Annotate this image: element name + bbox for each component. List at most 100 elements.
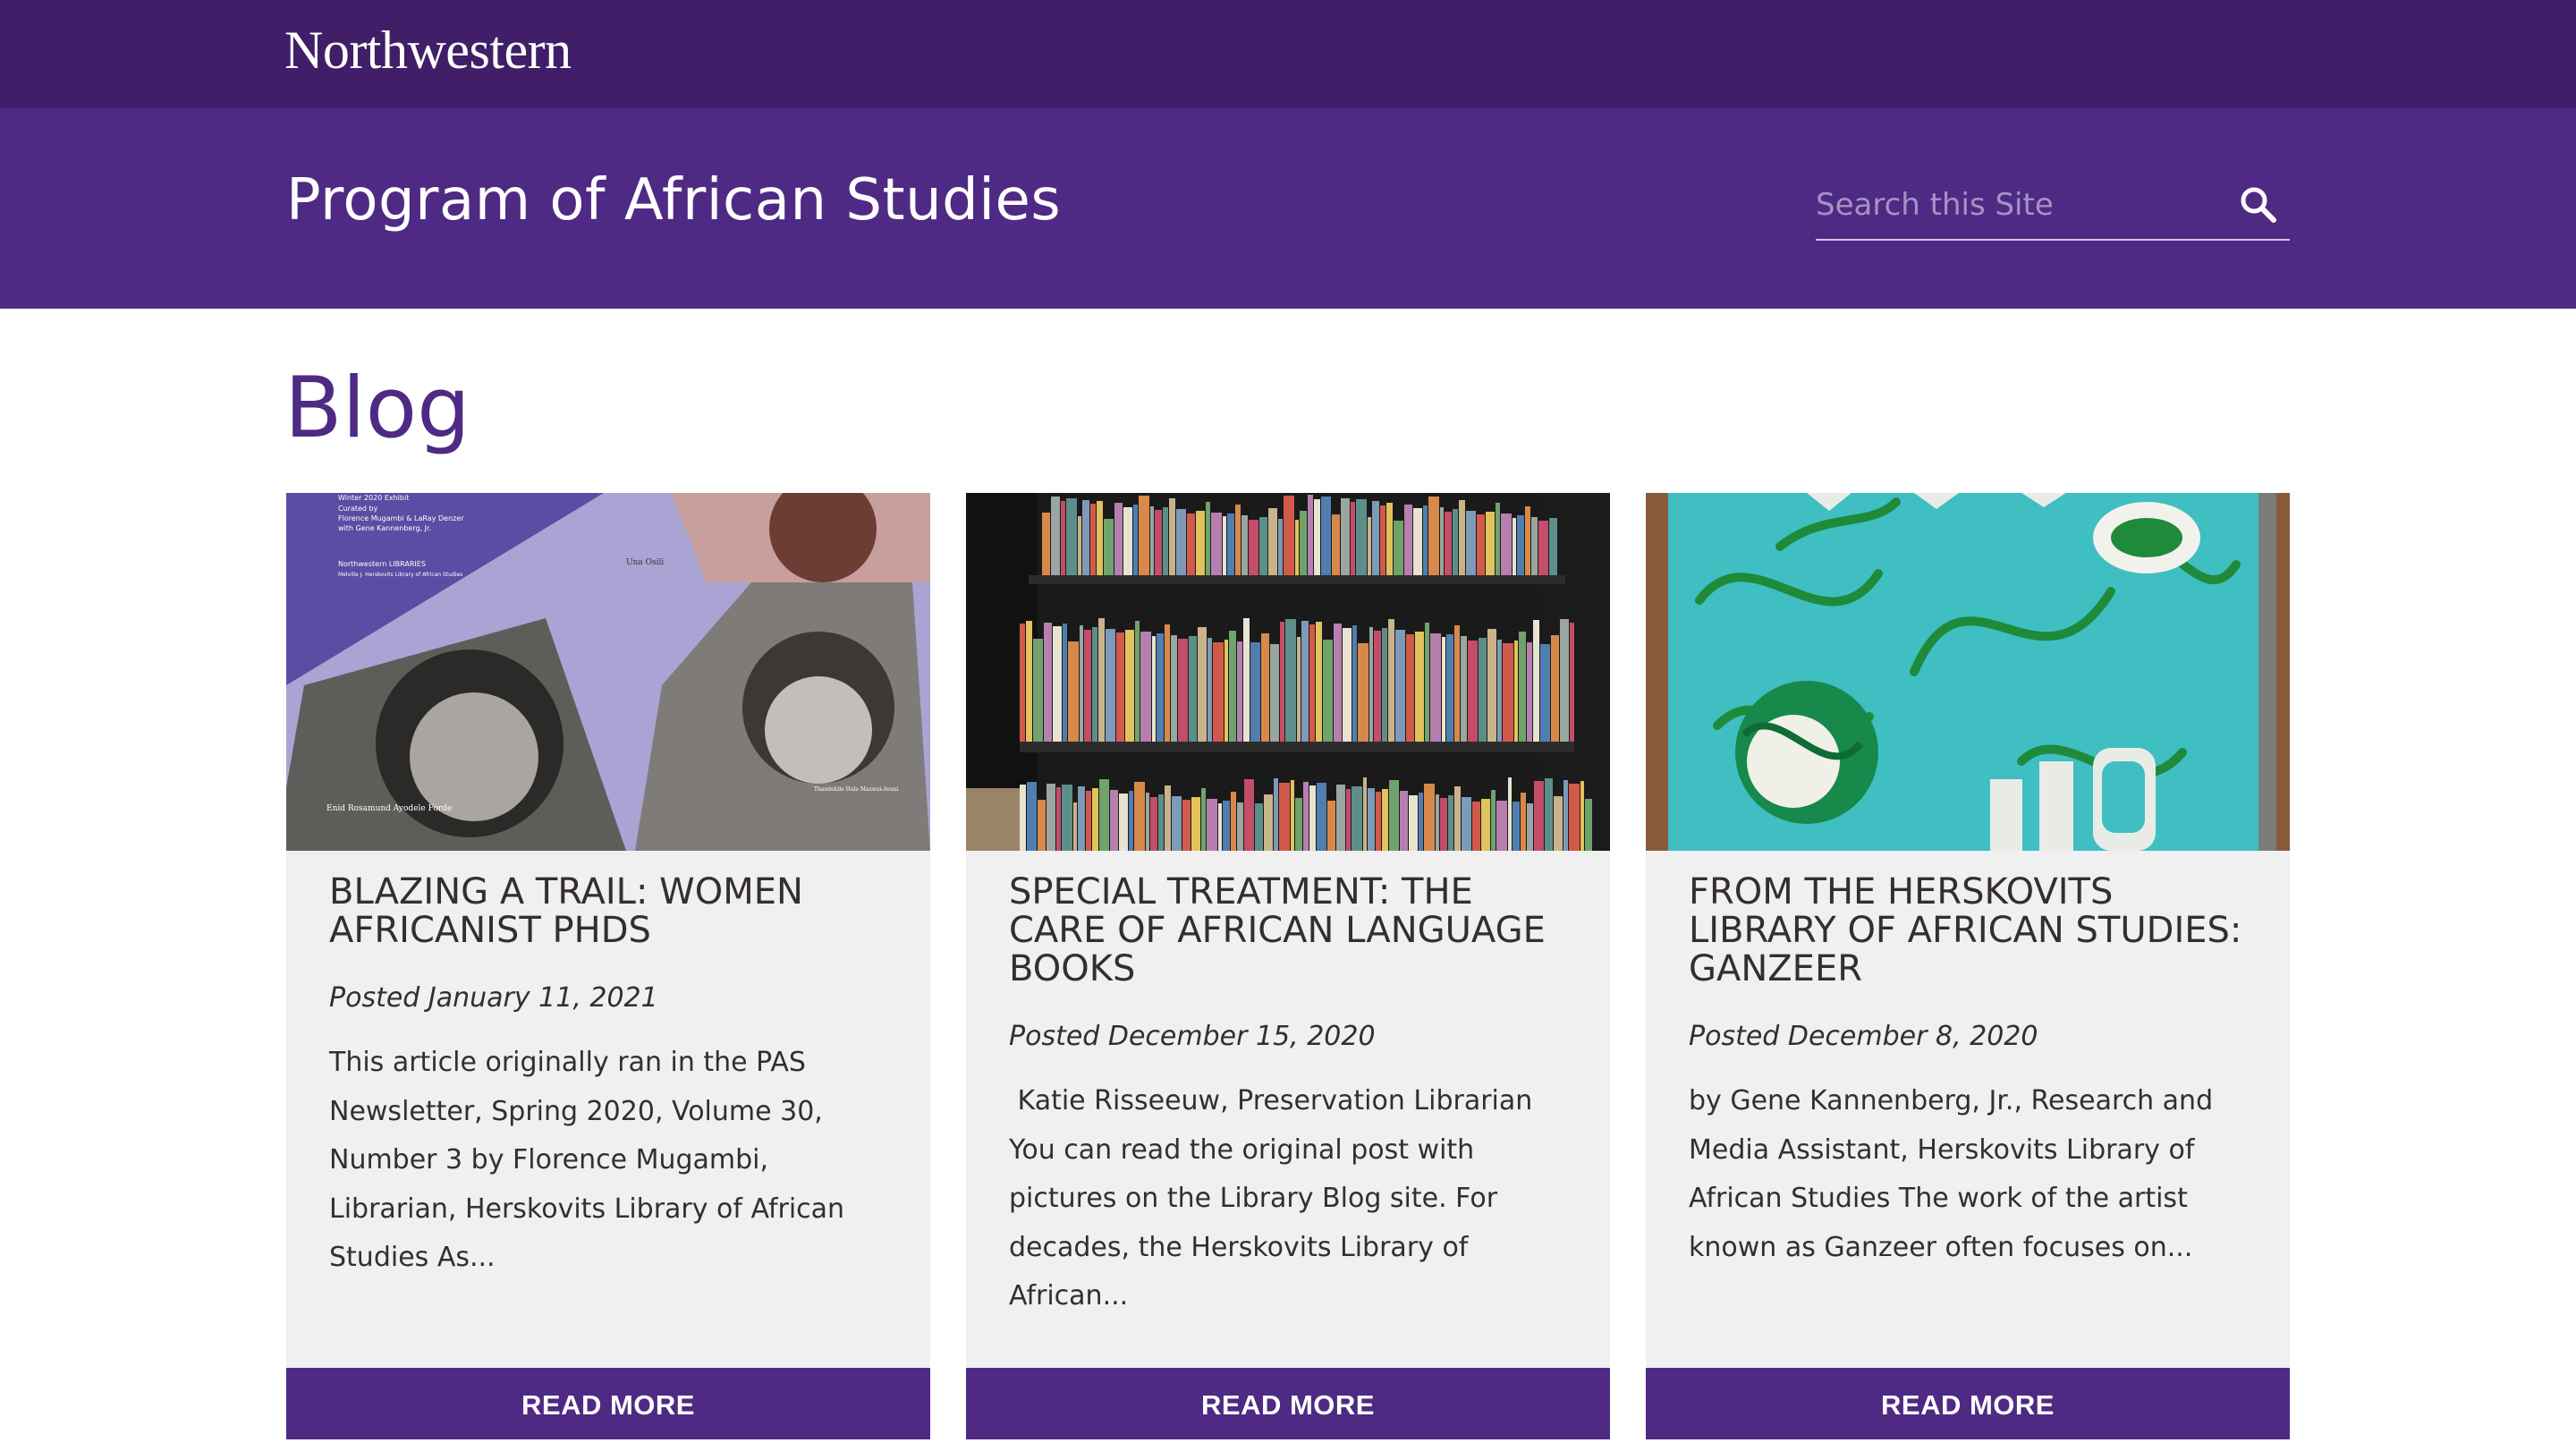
book-spine — [1274, 778, 1278, 851]
book-spine — [1352, 625, 1357, 742]
northwestern-logo[interactable]: Northwestern — [284, 20, 572, 81]
book-spine — [1459, 500, 1465, 575]
book-spine — [1097, 501, 1103, 575]
exhibit-poster-image: Winter 2020 Exhibit Curated by Florence … — [286, 493, 930, 851]
book-spine — [1372, 501, 1379, 575]
book-spine — [1517, 515, 1524, 575]
book-spine — [1279, 783, 1290, 851]
book-spine — [1486, 512, 1495, 575]
book-spine — [1152, 636, 1156, 742]
read-more-button[interactable]: READ MORE — [1646, 1368, 2290, 1439]
book-spine — [1223, 801, 1230, 851]
book-spine — [1053, 626, 1062, 742]
post-image[interactable] — [966, 493, 1610, 851]
book-spine — [1300, 511, 1307, 575]
search-icon — [2241, 187, 2276, 223]
read-more-button[interactable]: READ MORE — [286, 1368, 930, 1439]
book-spine — [1442, 637, 1445, 742]
book-spine — [1207, 799, 1217, 851]
book-spine — [1280, 622, 1284, 742]
book-spine — [1487, 629, 1496, 742]
book-spine — [1549, 518, 1557, 575]
book-spine — [1309, 785, 1316, 851]
book-spine — [1208, 638, 1212, 742]
card-body: BLAZING A TRAIL: WOMEN AFRICANIST PHDS P… — [329, 873, 893, 1283]
book-spine — [1033, 639, 1043, 742]
book-spine — [1534, 781, 1544, 851]
book-spine — [1317, 783, 1326, 851]
book-spine — [1171, 635, 1177, 742]
search-input[interactable] — [1816, 171, 2227, 239]
book-spine — [1321, 497, 1331, 575]
book-spine — [1560, 619, 1569, 742]
book-spine — [1092, 788, 1098, 851]
book-spine — [1284, 496, 1294, 575]
poster-library-sub-label: Melville J. Herskovits Library of Africa… — [338, 572, 462, 578]
book-spine — [1496, 503, 1500, 575]
poster-curated-label: Curated by — [338, 505, 378, 513]
book-spine — [1538, 521, 1548, 575]
book-spine — [1545, 778, 1553, 851]
post-title[interactable]: FROM THE HERSKOVITS LIBRARY OF AFRICAN S… — [1689, 873, 2252, 989]
post-image[interactable] — [1646, 493, 2290, 851]
book-spine — [1026, 621, 1032, 742]
book-spine — [1341, 498, 1350, 575]
book-spine — [1308, 495, 1313, 575]
book-spine — [1395, 630, 1405, 742]
post-title[interactable]: SPECIAL TREATMENT: THE CARE OF AFRICAN L… — [1009, 873, 1572, 989]
book-spine — [1585, 799, 1592, 851]
book-spine — [1116, 632, 1124, 742]
book-spine — [1099, 779, 1109, 851]
book-spine — [1178, 639, 1188, 742]
book-spine — [1514, 641, 1518, 742]
book-spine — [1351, 502, 1355, 575]
book-spine — [1078, 516, 1081, 575]
book-spine — [1084, 630, 1091, 742]
book-spine — [1409, 795, 1418, 851]
book-spine — [1259, 517, 1267, 575]
search-button[interactable] — [2236, 183, 2281, 228]
book-spine — [1472, 802, 1480, 851]
book-spine — [1481, 799, 1490, 851]
book-spine — [1229, 631, 1236, 742]
book-spine — [1295, 520, 1299, 575]
poster-with-label: with Gene Kannenberg, Jr. — [338, 524, 431, 532]
book-spine — [1080, 625, 1083, 742]
card-body: FROM THE HERSKOVITS LIBRARY OF AFRICAN S… — [1689, 873, 2252, 1272]
book-spine — [1580, 781, 1584, 851]
read-more-button[interactable]: READ MORE — [966, 1368, 1610, 1439]
book-spine — [1454, 625, 1460, 742]
book-spine — [1243, 618, 1250, 742]
book-spine — [1297, 637, 1301, 742]
book-spine — [1134, 782, 1145, 851]
book-spine — [1165, 624, 1170, 742]
book-spine — [1389, 780, 1399, 851]
book-spine — [1400, 791, 1408, 851]
book-spine — [1527, 642, 1532, 742]
book-spine — [1540, 644, 1550, 742]
book-spine — [1163, 507, 1168, 575]
book-spine — [1231, 792, 1236, 851]
book-spine — [1218, 803, 1222, 851]
book-spine — [1461, 636, 1467, 742]
book-spine — [1227, 514, 1234, 575]
book-spine — [1090, 504, 1096, 575]
book-spine — [1358, 643, 1368, 742]
site-title-link[interactable]: Program of African Studies — [286, 167, 1061, 233]
book-spine — [1415, 632, 1424, 742]
book-spine — [1440, 507, 1444, 575]
book-spine — [1068, 641, 1079, 742]
book-spine — [1061, 501, 1065, 575]
book-spine — [1114, 503, 1123, 575]
post-image[interactable]: Winter 2020 Exhibit Curated by Florence … — [286, 493, 930, 851]
book-spine — [1513, 518, 1516, 575]
book-spine — [1314, 499, 1320, 575]
post-title[interactable]: BLAZING A TRAIL: WOMEN AFRICANIST PHDS — [329, 873, 893, 950]
book-spine — [1255, 803, 1263, 851]
book-spine — [1440, 798, 1447, 851]
book-spine — [1295, 798, 1302, 851]
book-spine — [1374, 631, 1381, 742]
book-spine — [1497, 640, 1502, 742]
book-spine — [1268, 508, 1277, 575]
book-spine — [1352, 786, 1362, 851]
